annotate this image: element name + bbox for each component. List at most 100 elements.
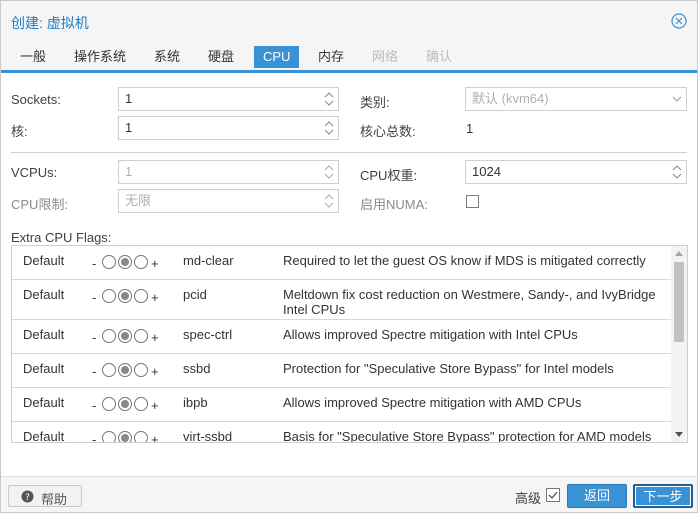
flag-row: Default - + pcid Meltdown fix cost reduction… [12, 280, 672, 320]
cpu-limit-value: 无限 [125, 193, 152, 208]
flag-toggle-group: - + [92, 362, 182, 380]
flag-description-line: Intel CPUs [283, 302, 346, 317]
spinner-arrows-icon[interactable] [324, 193, 334, 209]
flag-state: Default [23, 253, 65, 268]
flag-description-line: Required to let the guest OS know if MDS… [283, 253, 646, 268]
type-label: 类别: [360, 95, 390, 110]
flag-toggle-group: - + [92, 328, 182, 346]
flag-description-line: Allows improved Spectre mitigation with … [283, 395, 582, 410]
plus-label: + [151, 398, 159, 413]
cpu-flags-grid: Default - + md-clear Required to let the gue… [11, 245, 688, 443]
flag-description: Basis for "Speculative Store Bypass" pro… [283, 429, 668, 443]
cpu-type-select[interactable]: 默认 (kvm64) [465, 87, 687, 111]
vcpus-value: 1 [125, 164, 133, 179]
svg-text:?: ? [25, 493, 30, 503]
flag-description-line: Protection for "Speculative Store Bypass… [283, 361, 614, 376]
flag-row: Default - + ssbd Protection for "Speculative… [12, 354, 672, 388]
create-vm-dialog: 创建: 虚拟机 一般 操作系统 系统 硬盘 CPU 内存 网络 确认 Socke… [0, 0, 698, 513]
vcpus-label: VCPUs: [11, 165, 58, 180]
tab-system[interactable]: 系统 [145, 46, 189, 68]
minus-label: - [92, 398, 97, 413]
numa-label: 启用NUMA: [360, 197, 428, 212]
cpu-weight-value: 1024 [472, 164, 501, 179]
tab-network: 网络 [372, 49, 399, 64]
flag-name: spec-ctrl [183, 327, 233, 342]
spinner-arrows-icon[interactable] [672, 164, 682, 180]
flag-description-line: Allows improved Spectre mitigation with … [283, 327, 578, 342]
tab-os[interactable]: 操作系统 [65, 46, 135, 68]
tab-memory[interactable]: 内存 [309, 46, 353, 68]
total-cores-value: 1 [466, 121, 474, 136]
cpu-weight-input[interactable]: 1024 [465, 160, 687, 184]
spinner-arrows-icon[interactable] [324, 91, 334, 107]
flag-row: Default - + ibpb Allows improved Spectre mit… [12, 388, 672, 422]
dialog-titlebar: 创建: 虚拟机 [1, 1, 697, 41]
flag-state: Default [23, 429, 65, 443]
tri-state-radio-icon[interactable] [101, 328, 149, 344]
flag-description-line: Meltdown fix cost reduction on Westmere,… [283, 287, 656, 302]
sockets-label: Sockets: [11, 92, 61, 107]
flag-toggle-group: - + [92, 288, 182, 306]
minus-label: - [92, 330, 97, 345]
vcpus-input[interactable]: 1 [118, 160, 339, 184]
scroll-down-icon[interactable] [675, 432, 683, 438]
flag-description-line: Basis for "Speculative Store Bypass" pro… [283, 429, 652, 443]
cores-input[interactable]: 1 [118, 116, 339, 140]
tri-state-radio-icon[interactable] [101, 254, 149, 270]
flag-row: Default - + virt-ssbd Basis for "Speculative… [12, 422, 672, 443]
flag-toggle-group: - + [92, 254, 182, 272]
dialog-footer: ? 帮助 高级 返回 下一步 [1, 476, 697, 512]
flag-name: ibpb [183, 395, 208, 410]
close-icon[interactable] [671, 13, 687, 29]
plus-label: + [151, 364, 159, 379]
scroll-up-icon[interactable] [675, 250, 683, 256]
advanced-checkbox[interactable] [546, 488, 560, 502]
tab-confirm: 确认 [426, 49, 453, 64]
wizard-tab-bar: 一般 操作系统 系统 硬盘 CPU 内存 网络 确认 [1, 41, 697, 73]
back-button[interactable]: 返回 [567, 484, 627, 508]
flag-state: Default [23, 287, 65, 302]
scrollbar-thumb[interactable] [674, 262, 684, 342]
cpu-limit-input[interactable]: 无限 [118, 189, 339, 213]
tab-disk[interactable]: 硬盘 [199, 46, 243, 68]
flag-toggle-group: - + [92, 396, 182, 414]
advanced-label: 高级 [515, 491, 542, 506]
flags-scrollbar[interactable] [671, 246, 687, 442]
tri-state-radio-icon[interactable] [101, 362, 149, 378]
tri-state-radio-icon[interactable] [101, 288, 149, 304]
flag-row: Default - + md-clear Required to let the gue… [12, 246, 672, 280]
cpu-weight-label: CPU权重: [360, 168, 418, 183]
spinner-arrows-icon[interactable] [324, 120, 334, 136]
question-circle-icon: ? [21, 490, 34, 503]
sockets-input[interactable]: 1 [118, 87, 339, 111]
dialog-title: 创建: 虚拟机 [11, 15, 89, 31]
flag-name: virt-ssbd [183, 429, 233, 443]
section-divider [11, 152, 687, 153]
flag-state: Default [23, 395, 65, 410]
cores-value: 1 [125, 120, 133, 135]
flag-name: md-clear [183, 253, 234, 268]
flag-name: pcid [183, 287, 207, 302]
cpu-type-value: 默认 (kvm64) [472, 91, 549, 106]
plus-label: + [151, 256, 159, 271]
tab-cpu[interactable]: CPU [254, 46, 300, 68]
next-button[interactable]: 下一步 [633, 484, 693, 508]
chevron-down-icon[interactable] [672, 95, 682, 103]
minus-label: - [92, 432, 97, 443]
tri-state-radio-icon[interactable] [101, 396, 149, 412]
flag-description: Required to let the guest OS know if MDS… [283, 253, 668, 268]
help-button[interactable]: ? 帮助 [8, 485, 82, 507]
flag-description: Meltdown fix cost reduction on Westmere,… [283, 287, 668, 317]
minus-label: - [92, 256, 97, 271]
spinner-arrows-icon[interactable] [324, 164, 334, 180]
tab-general[interactable]: 一般 [11, 46, 55, 68]
tri-state-radio-icon[interactable] [101, 430, 149, 443]
flag-name: ssbd [183, 361, 211, 376]
flag-state: Default [23, 327, 65, 342]
sockets-value: 1 [125, 91, 133, 106]
minus-label: - [92, 364, 97, 379]
plus-label: + [151, 330, 159, 345]
cpu-limit-label: CPU限制: [11, 197, 69, 212]
cores-label: 核: [11, 124, 28, 139]
numa-checkbox[interactable] [466, 195, 479, 208]
